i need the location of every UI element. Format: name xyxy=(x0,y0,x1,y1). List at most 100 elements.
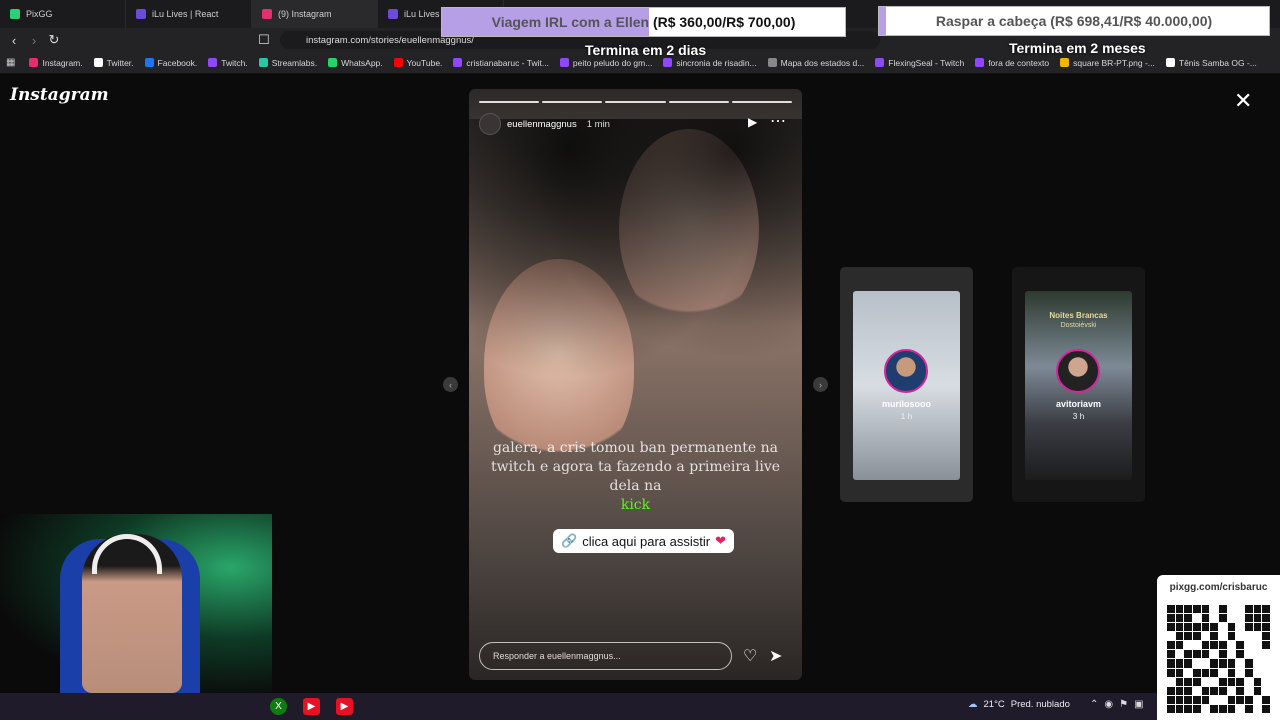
reply-input[interactable]: Responder a euellenmaggnus... xyxy=(479,642,732,670)
xbox-icon[interactable]: X xyxy=(270,698,287,715)
bookmark-icon xyxy=(328,58,338,67)
back-button[interactable]: ‹ xyxy=(4,30,24,50)
bookmark-item[interactable]: YouTube. xyxy=(393,57,443,68)
send-icon[interactable]: ➤ xyxy=(769,646,782,666)
caption-text: galera, a cris tomou ban permanente na t… xyxy=(490,440,781,494)
bookmark-item[interactable]: Instagram. xyxy=(29,57,83,68)
qr-url: pixgg.com/crisbaruc xyxy=(1169,582,1268,593)
bookmark-item[interactable]: sincronia de risadin... xyxy=(663,57,757,68)
pixgg-icon xyxy=(10,9,20,19)
bookmark-icon xyxy=(875,58,885,67)
story-username: euellenmaggnus xyxy=(507,118,577,130)
bookmark-icon xyxy=(93,58,103,67)
avatar xyxy=(884,349,928,393)
bookmark-item[interactable]: Streamlabs. xyxy=(258,57,318,68)
link-sticker-label: clica aqui para assistir xyxy=(582,533,711,549)
goal-deadline: Termina em 2 dias xyxy=(585,42,707,58)
tab-instagram[interactable]: (9) Instagram xyxy=(252,0,378,28)
bookmark-icon xyxy=(767,58,777,67)
goal-amount: (R$ 698,41/R$ 40.000,00) xyxy=(1050,13,1213,29)
bookmark-item[interactable]: WhatsApp. xyxy=(328,58,383,68)
bookmark-icon xyxy=(208,58,218,67)
next-story-button[interactable]: › xyxy=(813,377,828,392)
story-author[interactable]: euellenmaggnus 1 min xyxy=(479,113,610,135)
caption-kick: kick xyxy=(620,497,651,513)
weather-condition: Pred. nublado xyxy=(1010,699,1070,710)
more-options-icon[interactable]: ⋯ xyxy=(770,111,786,131)
cloudy-icon: ☁ xyxy=(968,699,978,710)
story-caption: galera, a cris tomou ban permanente na t… xyxy=(483,439,788,515)
bookmark-label: square BR-PT.png -... xyxy=(1073,57,1155,68)
preview-time: 3 h xyxy=(1072,411,1085,421)
bookmark-label: Mapa dos estados d... xyxy=(780,57,865,68)
bookmark-item[interactable]: cristianabaruc - Twit... xyxy=(453,58,549,68)
system-tray: ⌃◉⚑▣ xyxy=(1090,699,1150,710)
goal-progress-fill xyxy=(879,7,886,35)
bookmark-label: cristianabaruc - Twit... xyxy=(466,57,549,68)
instagram-icon xyxy=(262,9,272,19)
tab-ilu-lives-react[interactable]: iLu Lives | React xyxy=(126,0,252,28)
preview-time: 1 h xyxy=(900,411,913,421)
bookmark-item[interactable]: square BR-PT.png -... xyxy=(1060,58,1155,68)
bookmark-icon xyxy=(975,58,985,67)
close-icon[interactable]: ✕ xyxy=(1234,90,1252,112)
bookmark-item[interactable]: FlexingSeal - Twitch xyxy=(875,58,964,68)
bookmark-label: Facebook. xyxy=(157,57,198,68)
twitch-icon xyxy=(388,9,398,19)
tab-pixgg[interactable]: PixGG xyxy=(0,0,126,28)
bookmark-icon[interactable]: ☐ xyxy=(254,30,274,50)
bookmark-icon xyxy=(393,58,403,67)
taskbar xyxy=(0,693,1280,720)
bookmark-label: YouTube. xyxy=(406,57,443,68)
tab-label: (9) Instagram xyxy=(278,9,332,19)
preview-username: murilosooo xyxy=(882,399,931,409)
goal-deadline: Termina em 2 meses xyxy=(1009,40,1146,56)
goal-amount: (R$ 360,00/R$ 700,00) xyxy=(652,14,796,30)
bookmark-item[interactable]: Twitter. xyxy=(93,58,134,68)
webcam-overlay xyxy=(0,514,272,693)
bookmark-icon xyxy=(1060,58,1070,67)
story-preview-avitoriavm[interactable]: Noites Brancas Dostoiévski avitoriavm 3 … xyxy=(1012,267,1145,502)
instagram-logo[interactable]: Instagram xyxy=(10,85,109,105)
bookmark-icon xyxy=(144,58,154,67)
bookmark-item[interactable]: fora de contexto xyxy=(975,58,1049,68)
bookmark-icon xyxy=(453,58,463,67)
forward-button[interactable]: › xyxy=(24,30,44,50)
bookmark-label: fora de contexto xyxy=(988,57,1050,68)
bookmark-item[interactable]: peito peludo do gm... xyxy=(559,58,652,68)
link-icon: 🔗 xyxy=(561,533,578,548)
bookmark-label: sincronia de risadin... xyxy=(676,57,757,68)
bookmark-label: Streamlabs. xyxy=(271,57,318,68)
streaming-app-icon[interactable]: ▶ xyxy=(303,698,320,715)
play-icon[interactable]: ▶ xyxy=(748,115,757,129)
bookmark-item[interactable]: Mapa dos estados d... xyxy=(767,57,865,68)
red-heart-icon: ❤ xyxy=(715,533,726,548)
bookmark-item[interactable]: Facebook. xyxy=(144,57,198,68)
bookmark-label: Tênis Samba OG -... xyxy=(1178,57,1257,68)
goal-bar-shave: Raspar a cabeça (R$ 698,41/R$ 40.000,00) xyxy=(878,6,1270,36)
tab-label: iLu Lives | xyxy=(404,9,445,19)
book-author: Dostoiévski xyxy=(1060,322,1097,329)
streaming-app-icon-2[interactable]: ▶ xyxy=(336,698,353,715)
story-preview-murilosooo[interactable]: murilosooo 1 h xyxy=(840,267,973,502)
bookmark-item[interactable]: Twitch. xyxy=(208,58,248,68)
temperature: 21°C xyxy=(983,699,1005,710)
apps-icon[interactable]: ▦ xyxy=(6,57,15,68)
link-sticker[interactable]: 🔗 clica aqui para assistir ❤ xyxy=(553,529,734,553)
story-time: 1 min xyxy=(586,118,610,130)
bookmark-icon xyxy=(258,58,268,67)
bookmark-label: Instagram. xyxy=(42,57,83,68)
like-icon[interactable]: ♡ xyxy=(743,646,757,666)
story-frame[interactable]: euellenmaggnus 1 min ▶ ⋯ galera, a cris … xyxy=(469,89,802,680)
weather-widget[interactable]: ☁ 21°C Pred. nublado xyxy=(968,699,1070,710)
qr-code xyxy=(1167,605,1270,713)
bookmark-icon xyxy=(559,58,569,67)
bookmark-item[interactable]: Tênis Samba OG -... xyxy=(1165,57,1257,68)
story-photo-hair xyxy=(469,119,802,419)
reload-button[interactable]: ↻ xyxy=(44,30,64,50)
previous-story-button[interactable]: ‹ xyxy=(443,377,458,392)
bookmark-label: FlexingSeal - Twitch xyxy=(888,57,965,68)
bookmark-list: Instagram. Twitter. Facebook. Twitch. Stream… xyxy=(29,58,1267,68)
tab-label: PixGG xyxy=(26,9,53,19)
avatar xyxy=(1056,349,1100,393)
